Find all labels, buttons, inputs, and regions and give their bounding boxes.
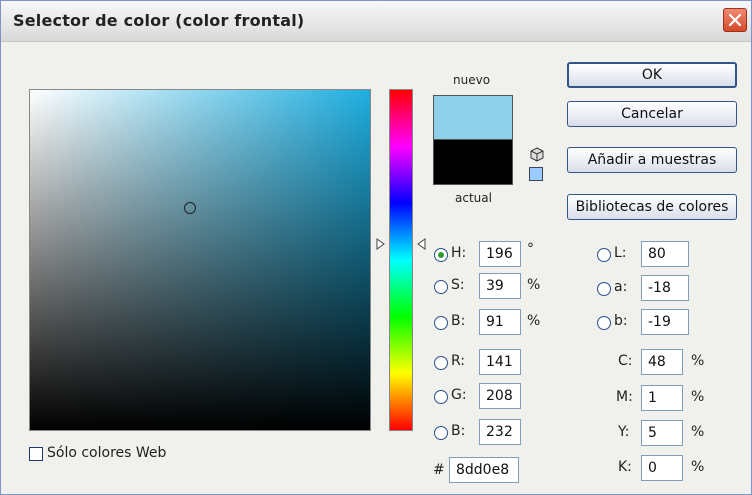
hex-label: # [433, 462, 445, 478]
websafe-swatch-icon[interactable] [529, 167, 543, 181]
close-button[interactable] [723, 8, 747, 32]
input-h[interactable]: 196 [479, 241, 521, 267]
radio-h[interactable] [434, 248, 448, 262]
unit-c: % [691, 353, 705, 369]
label-h: H: [451, 245, 467, 261]
radio-s[interactable] [434, 280, 448, 294]
hex-input[interactable]: 8dd0e8 [449, 457, 519, 483]
cancel-button[interactable]: Cancelar [567, 101, 737, 127]
radio-b-hsb[interactable] [434, 316, 448, 330]
input-l[interactable]: 80 [641, 241, 689, 267]
web-colors-only-checkbox[interactable] [29, 447, 43, 461]
unit-k: % [691, 459, 705, 475]
web-colors-only-label[interactable]: Sólo colores Web [47, 445, 166, 461]
color-libraries-button[interactable]: Bibliotecas de colores [567, 194, 737, 220]
label-k: K: [618, 459, 632, 475]
input-m[interactable]: 1 [641, 385, 683, 411]
color-picker-dialog: Selector de color (color frontal) nuevo … [0, 0, 752, 495]
label-b-rgb: B: [451, 423, 466, 439]
new-color-swatch [433, 95, 513, 139]
hue-slider-left-arrow[interactable] [376, 238, 386, 250]
label-m: M: [616, 389, 633, 405]
add-to-swatches-button[interactable]: Añadir a muestras [567, 147, 737, 173]
input-g[interactable]: 208 [479, 383, 521, 409]
label-l: L: [614, 245, 627, 261]
radio-g[interactable] [434, 390, 448, 404]
label-a: a: [614, 279, 628, 295]
title-bar: Selector de color (color frontal) [1, 1, 751, 42]
current-color-label: actual [455, 191, 492, 205]
unit-h: ° [527, 241, 534, 257]
unit-b-hsb: % [527, 313, 541, 329]
input-k[interactable]: 0 [641, 455, 683, 481]
input-a[interactable]: -18 [641, 275, 689, 301]
radio-b-rgb[interactable] [434, 426, 448, 440]
ok-button[interactable]: OK [567, 62, 737, 88]
label-b-lab: b: [614, 313, 628, 329]
radio-r[interactable] [434, 356, 448, 370]
unit-s: % [527, 277, 541, 293]
radio-a[interactable] [597, 282, 611, 296]
current-color-swatch[interactable] [433, 139, 513, 185]
radio-b-lab[interactable] [597, 316, 611, 330]
hue-slider[interactable] [389, 89, 413, 431]
label-r: R: [451, 353, 466, 369]
label-s: S: [451, 277, 465, 293]
unit-m: % [691, 389, 705, 405]
input-b-hsb[interactable]: 91 [479, 309, 521, 335]
label-c: C: [618, 353, 633, 369]
label-g: G: [451, 387, 467, 403]
new-color-label: nuevo [453, 73, 491, 87]
hue-slider-right-arrow[interactable] [416, 238, 426, 250]
color-field-marker[interactable] [184, 202, 196, 214]
close-icon [728, 13, 742, 27]
input-s[interactable]: 39 [479, 273, 521, 299]
input-b-lab[interactable]: -19 [641, 309, 689, 335]
color-field[interactable] [29, 89, 371, 431]
input-c[interactable]: 48 [641, 349, 683, 375]
dialog-title: Selector de color (color frontal) [13, 11, 305, 30]
input-b-rgb[interactable]: 232 [479, 419, 521, 445]
radio-l[interactable] [597, 248, 611, 262]
label-b-hsb: B: [451, 313, 466, 329]
unit-y: % [691, 424, 705, 440]
input-r[interactable]: 141 [479, 349, 521, 375]
input-y[interactable]: 5 [641, 420, 683, 446]
label-y: Y: [618, 424, 630, 440]
cube-icon[interactable] [529, 147, 545, 163]
